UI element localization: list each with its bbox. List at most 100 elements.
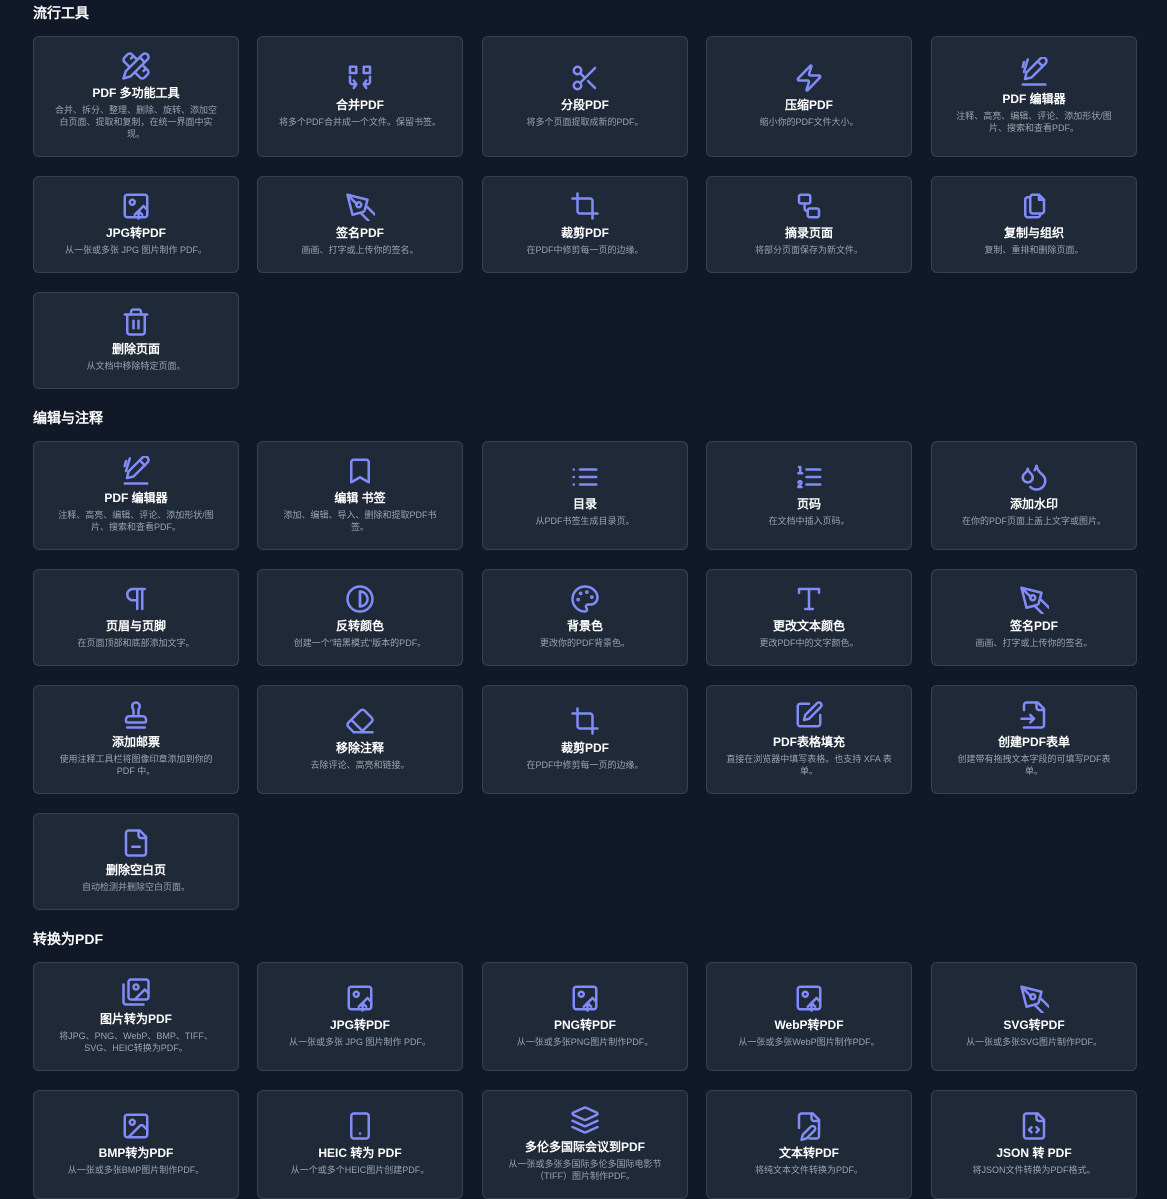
tool-card-description: 注释、高亮、编辑、评论、添加形状/图片、搜索和查看PDF。: [58, 510, 214, 532]
tool-card-sign-pdf[interactable]: 签名PDF 画画、打字或上传你的签名。: [257, 176, 463, 273]
tool-card-description: 从一张或多张BMP图片制作PDF。: [67, 1165, 205, 1175]
layers-icon: [570, 1105, 600, 1135]
tool-card-jpg-to-pdf-2[interactable]: JPG转PDF 从一张或多张 JPG 图片制作 PDF。: [257, 962, 463, 1071]
tool-card-description: 自动检测并删除空白页面。: [81, 882, 190, 892]
tool-card-title: 删除页面: [111, 342, 160, 356]
tool-card-header-footer[interactable]: 页眉与页脚 在页面顶部和底部添加文字。: [33, 569, 239, 666]
tool-card-crop-pdf-2[interactable]: 裁剪PDF 在PDF中修剪每一页的边缘。: [482, 685, 688, 794]
image-upload-icon: [794, 983, 824, 1013]
stamp-icon: [121, 700, 151, 730]
pilcrow-icon: [121, 584, 151, 614]
pen-nib-icon: [1019, 983, 1049, 1013]
crop-icon: [570, 706, 600, 736]
tool-card-webp-to-pdf[interactable]: WebP转PDF 从一张或多张WebP图片制作PDF。: [706, 962, 912, 1071]
tool-card-pdf-multi-tool[interactable]: PDF 多功能工具 合并、拆分、整理、删除、旋转、添加空白页面、提取和复制，在统一…: [33, 36, 239, 157]
file-input-icon: [1019, 700, 1049, 730]
section-title: 转换为PDF: [33, 931, 103, 947]
tool-card-text-to-pdf[interactable]: 文本转PDF 将纯文本文件转换为PDF。: [706, 1090, 912, 1199]
tool-card-images-to-pdf[interactable]: 图片转为PDF 将JPG、PNG、WebP、BMP、TIFF、SVG、HEIC转换…: [33, 962, 239, 1071]
palette-icon: [570, 584, 600, 614]
tool-card-description: 画画、打字或上传你的签名。: [301, 245, 419, 255]
tool-card-bmp-to-pdf[interactable]: BMP转为PDF 从一张或多张BMP图片制作PDF。: [33, 1090, 239, 1199]
tool-card-jpg-to-pdf[interactable]: JPG转PDF 从一张或多张 JPG 图片制作 PDF。: [33, 176, 239, 273]
tool-card-tiff-to-pdf[interactable]: 多伦多国际会议到PDF 从一张或多张多国际多伦多国际电影节（TIFF）图片制作PD…: [482, 1090, 688, 1199]
tool-card-description: 在PDF中修剪每一页的边缘。: [526, 760, 644, 770]
tool-card-add-watermark[interactable]: 添加水印在你的PDF页面上盖上文字或图片。: [931, 441, 1137, 550]
image-upload-icon: [570, 983, 600, 1013]
tool-card-json-to-pdf[interactable]: JSON 转 PDF 将JSON文件转换为PDF格式。: [931, 1090, 1137, 1199]
tool-card-description: 在PDF中修剪每一页的边缘。: [526, 245, 644, 255]
tool-card-title: 添加邮票: [111, 735, 160, 749]
tool-card-description: 将多个页面提取成新的PDF。: [526, 117, 644, 127]
tool-card-merge-pdf[interactable]: 合并PDF 将多个PDF合并成一个文件。保留书签。: [257, 36, 463, 157]
tool-card-description: 在你的PDF页面上盖上文字或图片。: [961, 516, 1106, 526]
tool-card-split-pdf[interactable]: 分段PDF 将多个页面提取成新的PDF。: [482, 36, 688, 157]
tool-card-title: 移除注释: [335, 741, 384, 755]
tool-card-delete-pages[interactable]: 删除页面 从文档中移除特定页面。: [33, 292, 239, 389]
tool-card-title: 多伦多国际会议到PDF: [524, 1140, 645, 1154]
tool-card-copy-organize[interactable]: 复制与组织 复制、重排和删除页面。: [931, 176, 1137, 273]
scissors-icon: [570, 63, 600, 93]
tool-card-description: 将JPG、PNG、WebP、BMP、TIFF、SVG、HEIC转换为PDF。: [59, 1031, 213, 1053]
tool-card-extract-pages[interactable]: 摘录页面 将部分页面保存为新文件。: [706, 176, 912, 273]
tool-card-invert-colors[interactable]: 反转颜色 创建一个"暗黑模式"版本的PDF。: [257, 569, 463, 666]
tool-card-title: 分段PDF: [560, 98, 609, 112]
tool-card-title: PDF 多功能工具: [92, 86, 180, 100]
tool-card-title: 创建PDF表单: [997, 735, 1070, 749]
tool-card-table-of-contents[interactable]: 目录 从PDF书签生成目录页。: [482, 441, 688, 550]
tool-card-title: 目录: [572, 497, 597, 511]
tool-card-remove-annotations[interactable]: 移除注释去除评论、高亮和链接。: [257, 685, 463, 794]
edit-icon: [121, 456, 151, 486]
tool-card-pdf-editor-2[interactable]: PDF 编辑器 注释、高亮、编辑、评论、添加形状/图片、搜索和查看PDF。: [33, 441, 239, 550]
tool-card-remove-blank-pages[interactable]: 删除空白页自动检测并删除空白页面。: [33, 813, 239, 910]
tool-card-description: 复制、重排和删除页面。: [984, 245, 1084, 255]
tool-card-heic-to-pdf[interactable]: HEIC 转为 PDF 从一个或多个HEIC图片创建PDF。: [257, 1090, 463, 1199]
tool-card-title: 页码: [796, 497, 821, 511]
tool-card-svg-to-pdf[interactable]: SVG转PDF 从一张或多张SVG图片制作PDF。: [931, 962, 1137, 1071]
tool-card-description: 去除评论、高亮和链接。: [310, 760, 410, 770]
contrast-icon: [345, 584, 375, 614]
tool-card-pdf-form-filler[interactable]: PDF表格填充 直接在浏览器中填写表格。也支持 XFA 表单。: [706, 685, 912, 794]
tool-card-title: 摘录页面: [784, 226, 833, 240]
tool-card-title: JPG转PDF: [105, 226, 166, 240]
file-pen-icon: [794, 1111, 824, 1141]
tool-card-title: 编辑 书签: [334, 491, 386, 505]
eraser-icon: [345, 706, 375, 736]
tool-card-title: 页眉与页脚: [105, 619, 166, 633]
tool-card-title: 签名PDF: [335, 226, 384, 240]
tool-card-pdf-editor[interactable]: PDF 编辑器注释、高亮、编辑、评论、添加形状/图片、搜索和查看PDF。: [931, 36, 1137, 157]
tool-card-title: PDF表格填充: [772, 735, 845, 749]
tool-card-title: PDF 编辑器: [1002, 92, 1066, 106]
trash-icon: [121, 307, 151, 337]
tool-card-description: 添加、编辑、导入、删除和提取PDF书签。: [283, 510, 437, 532]
tool-card-description: 将JSON文件转换为PDF格式。: [972, 1165, 1096, 1175]
tool-card-description: 将纯文本文件转换为PDF。: [754, 1165, 863, 1175]
tool-card-create-pdf-form[interactable]: 创建PDF表单 创建带有拖拽文本字段的可填写PDF表单。: [931, 685, 1137, 794]
section-title: 流行工具: [33, 5, 89, 21]
tool-card-edit-bookmarks[interactable]: 编辑 书签添加、编辑、导入、删除和提取PDF书签。: [257, 441, 463, 550]
tool-card-description: 注释、高亮、编辑、评论、添加形状/图片、搜索和查看PDF。: [956, 111, 1112, 133]
tool-card-title: BMP转为PDF: [98, 1146, 174, 1160]
tool-card-title: 删除空白页: [105, 863, 166, 877]
extract-icon: [794, 191, 824, 221]
tool-card-change-text-color[interactable]: 更改文本颜色 更改PDF中的文字颜色。: [706, 569, 912, 666]
file-code-icon: [1019, 1111, 1049, 1141]
tool-card-description: 从一张或多张WebP图片制作PDF。: [738, 1037, 880, 1047]
tool-card-sign-pdf-2[interactable]: 签名PDF 画画、打字或上传你的签名。: [931, 569, 1137, 666]
tool-card-title: 添加水印: [1009, 497, 1058, 511]
tool-card-crop-pdf[interactable]: 裁剪PDF 在PDF中修剪每一页的边缘。: [482, 176, 688, 273]
file-minus-icon: [121, 828, 151, 858]
droplets-icon: [1019, 462, 1049, 492]
type-icon: [794, 584, 824, 614]
image-upload-icon: [345, 983, 375, 1013]
tool-card-description: 从一张或多张 JPG 图片制作 PDF。: [288, 1037, 431, 1047]
tool-card-background-color[interactable]: 背景色 更改你的PDF背景色。: [482, 569, 688, 666]
tool-card-title: 签名PDF: [1009, 619, 1058, 633]
tool-card-add-stamp[interactable]: 添加邮票 使用注释工具栏将图像印章添加到你的 PDF 中。: [33, 685, 239, 794]
tool-card-compress-pdf[interactable]: 压缩PDF 缩小你的PDF文件大小。: [706, 36, 912, 157]
tool-card-page-numbers[interactable]: 页码 在文档中插入页码。: [706, 441, 912, 550]
tool-card-description: 更改PDF中的文字颜色。: [759, 638, 859, 648]
tool-card-title: 反转颜色: [335, 619, 384, 633]
tool-card-description: 画画、打字或上传你的签名。: [975, 638, 1093, 648]
tool-card-png-to-pdf[interactable]: PNG转PDF 从一张或多张PNG图片制作PDF。: [482, 962, 688, 1071]
